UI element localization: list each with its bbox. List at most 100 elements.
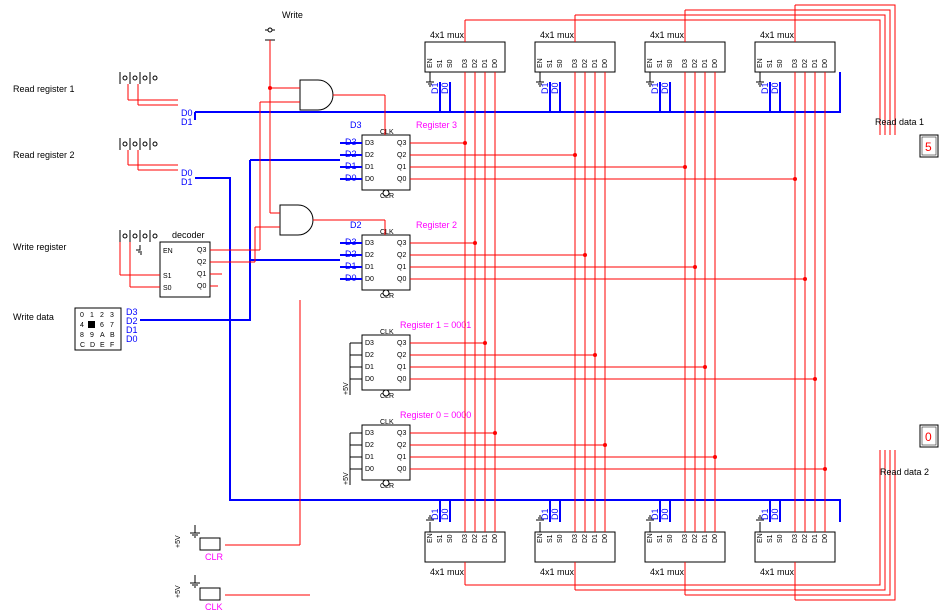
and-gate-top	[300, 80, 385, 110]
svg-text:9: 9	[90, 332, 94, 339]
svg-text:EN: EN	[163, 248, 173, 255]
svg-text:D0: D0	[712, 534, 719, 543]
svg-text:S1: S1	[657, 534, 664, 543]
mux-bot-2-label: 4x1 mux	[650, 567, 685, 577]
svg-text:S0: S0	[557, 59, 564, 68]
svg-text:Q2: Q2	[397, 252, 406, 259]
svg-text:F: F	[110, 342, 114, 349]
svg-text:S0: S0	[667, 59, 674, 68]
svg-text:Q3: Q3	[197, 247, 206, 254]
svg-text:Q0: Q0	[397, 276, 406, 283]
svg-text:D3: D3	[572, 534, 579, 543]
read-data-1-value: 5	[925, 140, 932, 154]
svg-text:D2: D2	[582, 59, 589, 68]
svg-text:S1: S1	[547, 534, 554, 543]
svg-text:Q0: Q0	[197, 283, 206, 290]
svg-text:6: 6	[100, 322, 104, 329]
svg-text:CLK: CLK	[380, 129, 394, 136]
svg-text:D0: D0	[365, 176, 374, 183]
svg-text:S1: S1	[437, 534, 444, 543]
mux-bot-0-label: 4x1 mux	[430, 567, 465, 577]
register-2: Register 2 CLK CLR D3Q3 D2Q2 D1Q1 D0Q0 D…	[345, 220, 457, 300]
svg-text:D0: D0	[602, 534, 609, 543]
svg-text:Q2: Q2	[197, 259, 206, 266]
svg-text:D0: D0	[440, 508, 450, 520]
svg-text:D1: D1	[592, 59, 599, 68]
svg-text:S0: S0	[557, 534, 564, 543]
left-inputs: Write Read register 1 D0 D1 Read registe…	[13, 10, 303, 350]
svg-text:D3: D3	[682, 534, 689, 543]
svg-text:S1: S1	[437, 59, 444, 68]
svg-text:D0: D0	[365, 466, 374, 473]
svg-text:D1: D1	[812, 59, 819, 68]
svg-text:D2: D2	[692, 59, 699, 68]
svg-text:D0: D0	[822, 534, 829, 543]
svg-text:S0: S0	[163, 285, 172, 292]
svg-text:7: 7	[110, 322, 114, 329]
svg-text:EN: EN	[427, 533, 434, 543]
svg-text:D2: D2	[365, 352, 374, 359]
svg-text:D0: D0	[550, 82, 560, 94]
svg-text:D1: D1	[181, 177, 193, 187]
svg-text:EN: EN	[427, 58, 434, 68]
svg-text:CLK: CLK	[380, 229, 394, 236]
read-data-1: Read data 1 5	[875, 117, 938, 157]
svg-text:S0: S0	[447, 59, 454, 68]
svg-text:S1: S1	[657, 59, 664, 68]
svg-text:D1: D1	[812, 534, 819, 543]
svg-text:D0: D0	[770, 82, 780, 94]
svg-text:2: 2	[100, 312, 104, 319]
svg-text:D1: D1	[365, 264, 374, 271]
svg-text:S1: S1	[547, 59, 554, 68]
svg-text:Q3: Q3	[397, 430, 406, 437]
svg-text:D3: D3	[792, 534, 799, 543]
svg-text:Q0: Q0	[397, 376, 406, 383]
svg-text:Q1: Q1	[397, 264, 406, 271]
svg-text:S0: S0	[667, 534, 674, 543]
svg-text:S0: S0	[777, 59, 784, 68]
svg-text:D1: D1	[181, 117, 193, 127]
svg-text:D1: D1	[592, 534, 599, 543]
svg-text:D2: D2	[692, 534, 699, 543]
svg-text:C: C	[80, 342, 85, 349]
read-data-2-label: Read data 2	[880, 467, 929, 477]
and-gate-mid	[280, 205, 385, 235]
clr-label: CLR	[205, 552, 224, 562]
register-0: Register 0 = 0000 CLK CLR D3Q3 D2Q2 D1Q1…	[343, 410, 471, 490]
svg-text:Q1: Q1	[397, 164, 406, 171]
svg-text:D0: D0	[550, 508, 560, 520]
register-3: Register 3 CLK CLR D3Q3 D2Q2 D1Q1 D0Q0 D…	[345, 120, 457, 200]
svg-text:CLK: CLK	[380, 329, 394, 336]
svg-text:D0: D0	[770, 508, 780, 520]
svg-text:D1: D1	[365, 454, 374, 461]
svg-text:D1: D1	[702, 59, 709, 68]
svg-text:D3: D3	[682, 59, 689, 68]
svg-text:D0: D0	[492, 59, 499, 68]
svg-text:D3: D3	[365, 140, 374, 147]
svg-text:S1: S1	[767, 59, 774, 68]
blue-buses: D1 D0 D1 D0 D1 D0 D1 D0 D1 D0 D1 D0 D1 D…	[140, 72, 840, 522]
svg-text:+5V: +5V	[175, 535, 182, 548]
svg-text:S1: S1	[163, 273, 172, 280]
read-data-2: Read data 2 0	[880, 425, 938, 477]
write-data-label: Write data	[13, 312, 54, 322]
svg-text:D: D	[90, 342, 95, 349]
svg-text:Q0: Q0	[397, 176, 406, 183]
svg-text:3: 3	[110, 312, 114, 319]
svg-text:S1: S1	[767, 534, 774, 543]
register-0-label: Register 0 = 0000	[400, 410, 471, 420]
write-label: Write	[282, 10, 303, 20]
svg-text:4: 4	[80, 322, 84, 329]
svg-text:D0: D0	[365, 276, 374, 283]
svg-text:D2: D2	[365, 442, 374, 449]
svg-text:D3: D3	[365, 340, 374, 347]
mux-top-2-label: 4x1 mux	[650, 30, 685, 40]
svg-text:D3: D3	[572, 59, 579, 68]
mux-top-0-label: 4x1 mux	[430, 30, 465, 40]
svg-text:D2: D2	[365, 152, 374, 159]
svg-text:D0: D0	[365, 376, 374, 383]
svg-text:D1: D1	[482, 59, 489, 68]
svg-text:Q3: Q3	[397, 240, 406, 247]
svg-text:D2: D2	[472, 534, 479, 543]
svg-text:0: 0	[80, 312, 84, 319]
